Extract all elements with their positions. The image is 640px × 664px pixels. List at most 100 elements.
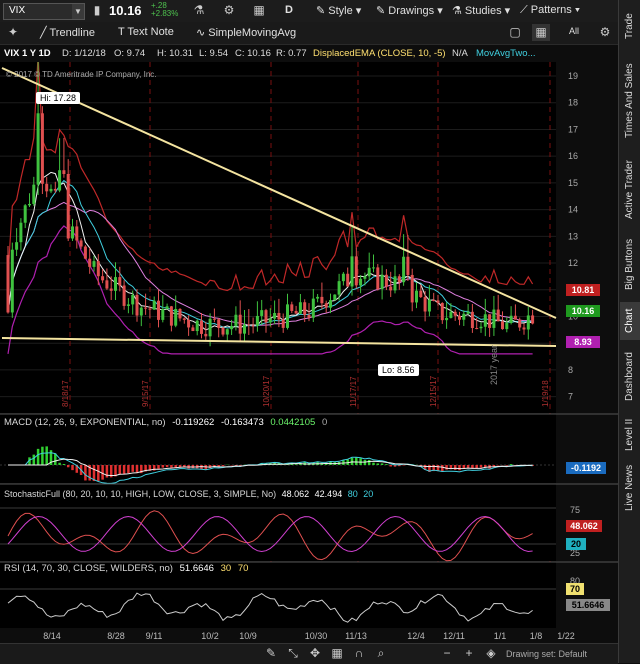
symbol-selector[interactable]: VIX ▼ xyxy=(3,3,85,20)
bollinger-lower-tag: 8.93 xyxy=(566,336,600,348)
style-menu[interactable]: ✎ Style ▾ xyxy=(316,4,361,17)
drawing-toolbar: ✦ ╱ Trendline T Text Note ∿ SimpleMoving… xyxy=(0,22,618,45)
zoom-in-icon[interactable]: + xyxy=(460,645,478,662)
info-high: H: 10.31 xyxy=(157,48,193,59)
candle-body xyxy=(350,256,354,287)
pan-icon[interactable]: ✥ xyxy=(306,645,324,662)
candle-body xyxy=(449,311,453,318)
candle-body xyxy=(195,320,199,332)
price-tick-label: 16 xyxy=(568,151,578,161)
grid-icon[interactable]: ▦ xyxy=(250,2,268,19)
chart-info-bar: VIX 1 Y 1D D: 1/12/18 O: 9.74 H: 10.31 L… xyxy=(0,46,556,62)
candle-body xyxy=(488,314,492,328)
candle-body xyxy=(101,276,105,281)
candle-body xyxy=(462,313,466,320)
trendline-tool[interactable]: ╱ Trendline xyxy=(40,26,95,39)
candle-body xyxy=(290,304,294,311)
zoom-icon[interactable]: ⌕ xyxy=(372,645,390,662)
candle-body xyxy=(122,285,126,306)
date-tick-label: 9/11 xyxy=(146,631,163,641)
candle-body xyxy=(49,188,53,192)
candle-body xyxy=(10,249,14,313)
drawing-set-label[interactable]: Drawing set: Default xyxy=(506,649,587,659)
stoch-20-tag: 20 xyxy=(566,538,586,550)
pin-icon[interactable]: ✦ xyxy=(4,24,22,41)
candle-body xyxy=(397,276,401,283)
grid-icon[interactable]: ▦ xyxy=(328,645,346,662)
tab-big-buttons[interactable]: Big Buttons xyxy=(620,234,640,294)
drawings-menu[interactable]: ✎ Drawings ▾ xyxy=(376,4,443,17)
candle-body xyxy=(75,226,79,241)
price-tick-label: 17 xyxy=(568,124,578,134)
patterns-menu[interactable]: ⟋ Patterns ▾ xyxy=(520,4,580,17)
link-icon[interactable]: ▮ xyxy=(88,2,106,19)
price-axis xyxy=(556,62,618,413)
candle-body xyxy=(410,274,414,303)
gear-icon[interactable]: ⚙ xyxy=(220,2,238,19)
candle-body xyxy=(526,315,530,330)
chart-title: VIX 1 Y 1D xyxy=(4,48,51,59)
tab-dashboard[interactable]: Dashboard xyxy=(620,348,640,406)
info-date: D: 1/12/18 xyxy=(62,48,106,59)
macd-header: MACD (12, 26, 9, EXPONENTIAL, no) -0.119… xyxy=(4,417,327,428)
textnote-tool[interactable]: T Text Note xyxy=(118,26,174,38)
candle-body xyxy=(492,309,496,328)
symbol-text: VIX xyxy=(9,5,26,16)
textnote-icon: T xyxy=(118,26,128,38)
main-toolbar: VIX ▼ ▮ 10.16 +.28 +2.83% ⚗ ⚙ ▦ D ✎ Styl… xyxy=(0,0,618,23)
drag-icon[interactable]: ⤡ xyxy=(284,645,302,662)
magnet-icon[interactable]: ∩ xyxy=(350,645,368,662)
candle-body xyxy=(466,311,470,314)
tab-times-and-sales[interactable]: Times And Sales xyxy=(620,56,640,146)
price-tick-label: 7 xyxy=(568,392,573,402)
date-tick-label: 10/9 xyxy=(239,631,257,641)
candle-body xyxy=(406,256,410,275)
study-displaced-ema: DisplacedEMA (CLOSE, 10, -5) xyxy=(313,48,446,59)
single-view-icon[interactable]: ▢ xyxy=(506,24,524,41)
period-button[interactable]: D xyxy=(285,4,293,16)
candle-body xyxy=(40,113,44,184)
macd-diff: 0.0442105 xyxy=(270,417,316,428)
event-date-label: 10/20/17 xyxy=(262,375,271,407)
candle-body xyxy=(58,170,62,191)
zoom-out-icon[interactable]: − xyxy=(438,645,456,662)
candle-body xyxy=(83,246,87,259)
candle-body xyxy=(380,274,384,290)
date-tick-label: 1/8 xyxy=(530,631,543,641)
price-tick-label: 13 xyxy=(568,231,578,241)
gear-settings-icon[interactable]: ⚙ xyxy=(596,24,614,41)
candle-body xyxy=(109,288,113,291)
fit-icon[interactable]: ◈ xyxy=(482,645,500,662)
studies-menu[interactable]: ⚗ Studies ▾ xyxy=(452,4,510,17)
stoch-value1: 48.062 xyxy=(281,489,310,499)
candle-body xyxy=(320,296,324,304)
info-range: R: 0.77 xyxy=(276,48,307,59)
pencil-icon[interactable]: ✎ xyxy=(262,645,280,662)
tab-trade[interactable]: Trade xyxy=(620,4,640,48)
all-button[interactable]: All xyxy=(569,26,579,36)
candle-body xyxy=(221,327,225,335)
candle-body xyxy=(139,307,143,316)
candle-body xyxy=(212,318,216,320)
grid-view-icon[interactable]: ▦ xyxy=(532,24,550,41)
last-price: 10.16 xyxy=(109,3,142,18)
candle-body xyxy=(298,302,302,314)
candle-body xyxy=(152,300,156,310)
candle-body xyxy=(273,313,277,319)
candle-body xyxy=(255,315,259,326)
tab-chart[interactable]: Chart xyxy=(620,302,640,340)
flask-icon[interactable]: ⚗ xyxy=(190,2,208,19)
sma-tool[interactable]: ∿ SimpleMovingAvg xyxy=(196,26,296,39)
candle-body xyxy=(294,310,298,314)
chart-canvas[interactable]: 8/18/17 9/15/17 10/20/17 11/17/17 12/15/17 1/… xyxy=(0,62,618,643)
tab-level-ii[interactable]: Level II xyxy=(620,414,640,456)
candle-body xyxy=(453,311,457,316)
right-sidebar: Trade Times And Sales Active Trader Big … xyxy=(618,0,640,663)
rsi-label: RSI (14, 70, 30, CLOSE, WILDERS, no) xyxy=(4,563,173,574)
tab-active-trader[interactable]: Active Trader xyxy=(620,154,640,226)
stoch-tick-75: 75 xyxy=(570,505,581,515)
candle-body xyxy=(217,319,221,328)
chevron-down-icon[interactable]: ▼ xyxy=(72,4,84,19)
tab-live-news[interactable]: Live News xyxy=(620,464,640,512)
sma-icon: ∿ xyxy=(196,27,209,39)
